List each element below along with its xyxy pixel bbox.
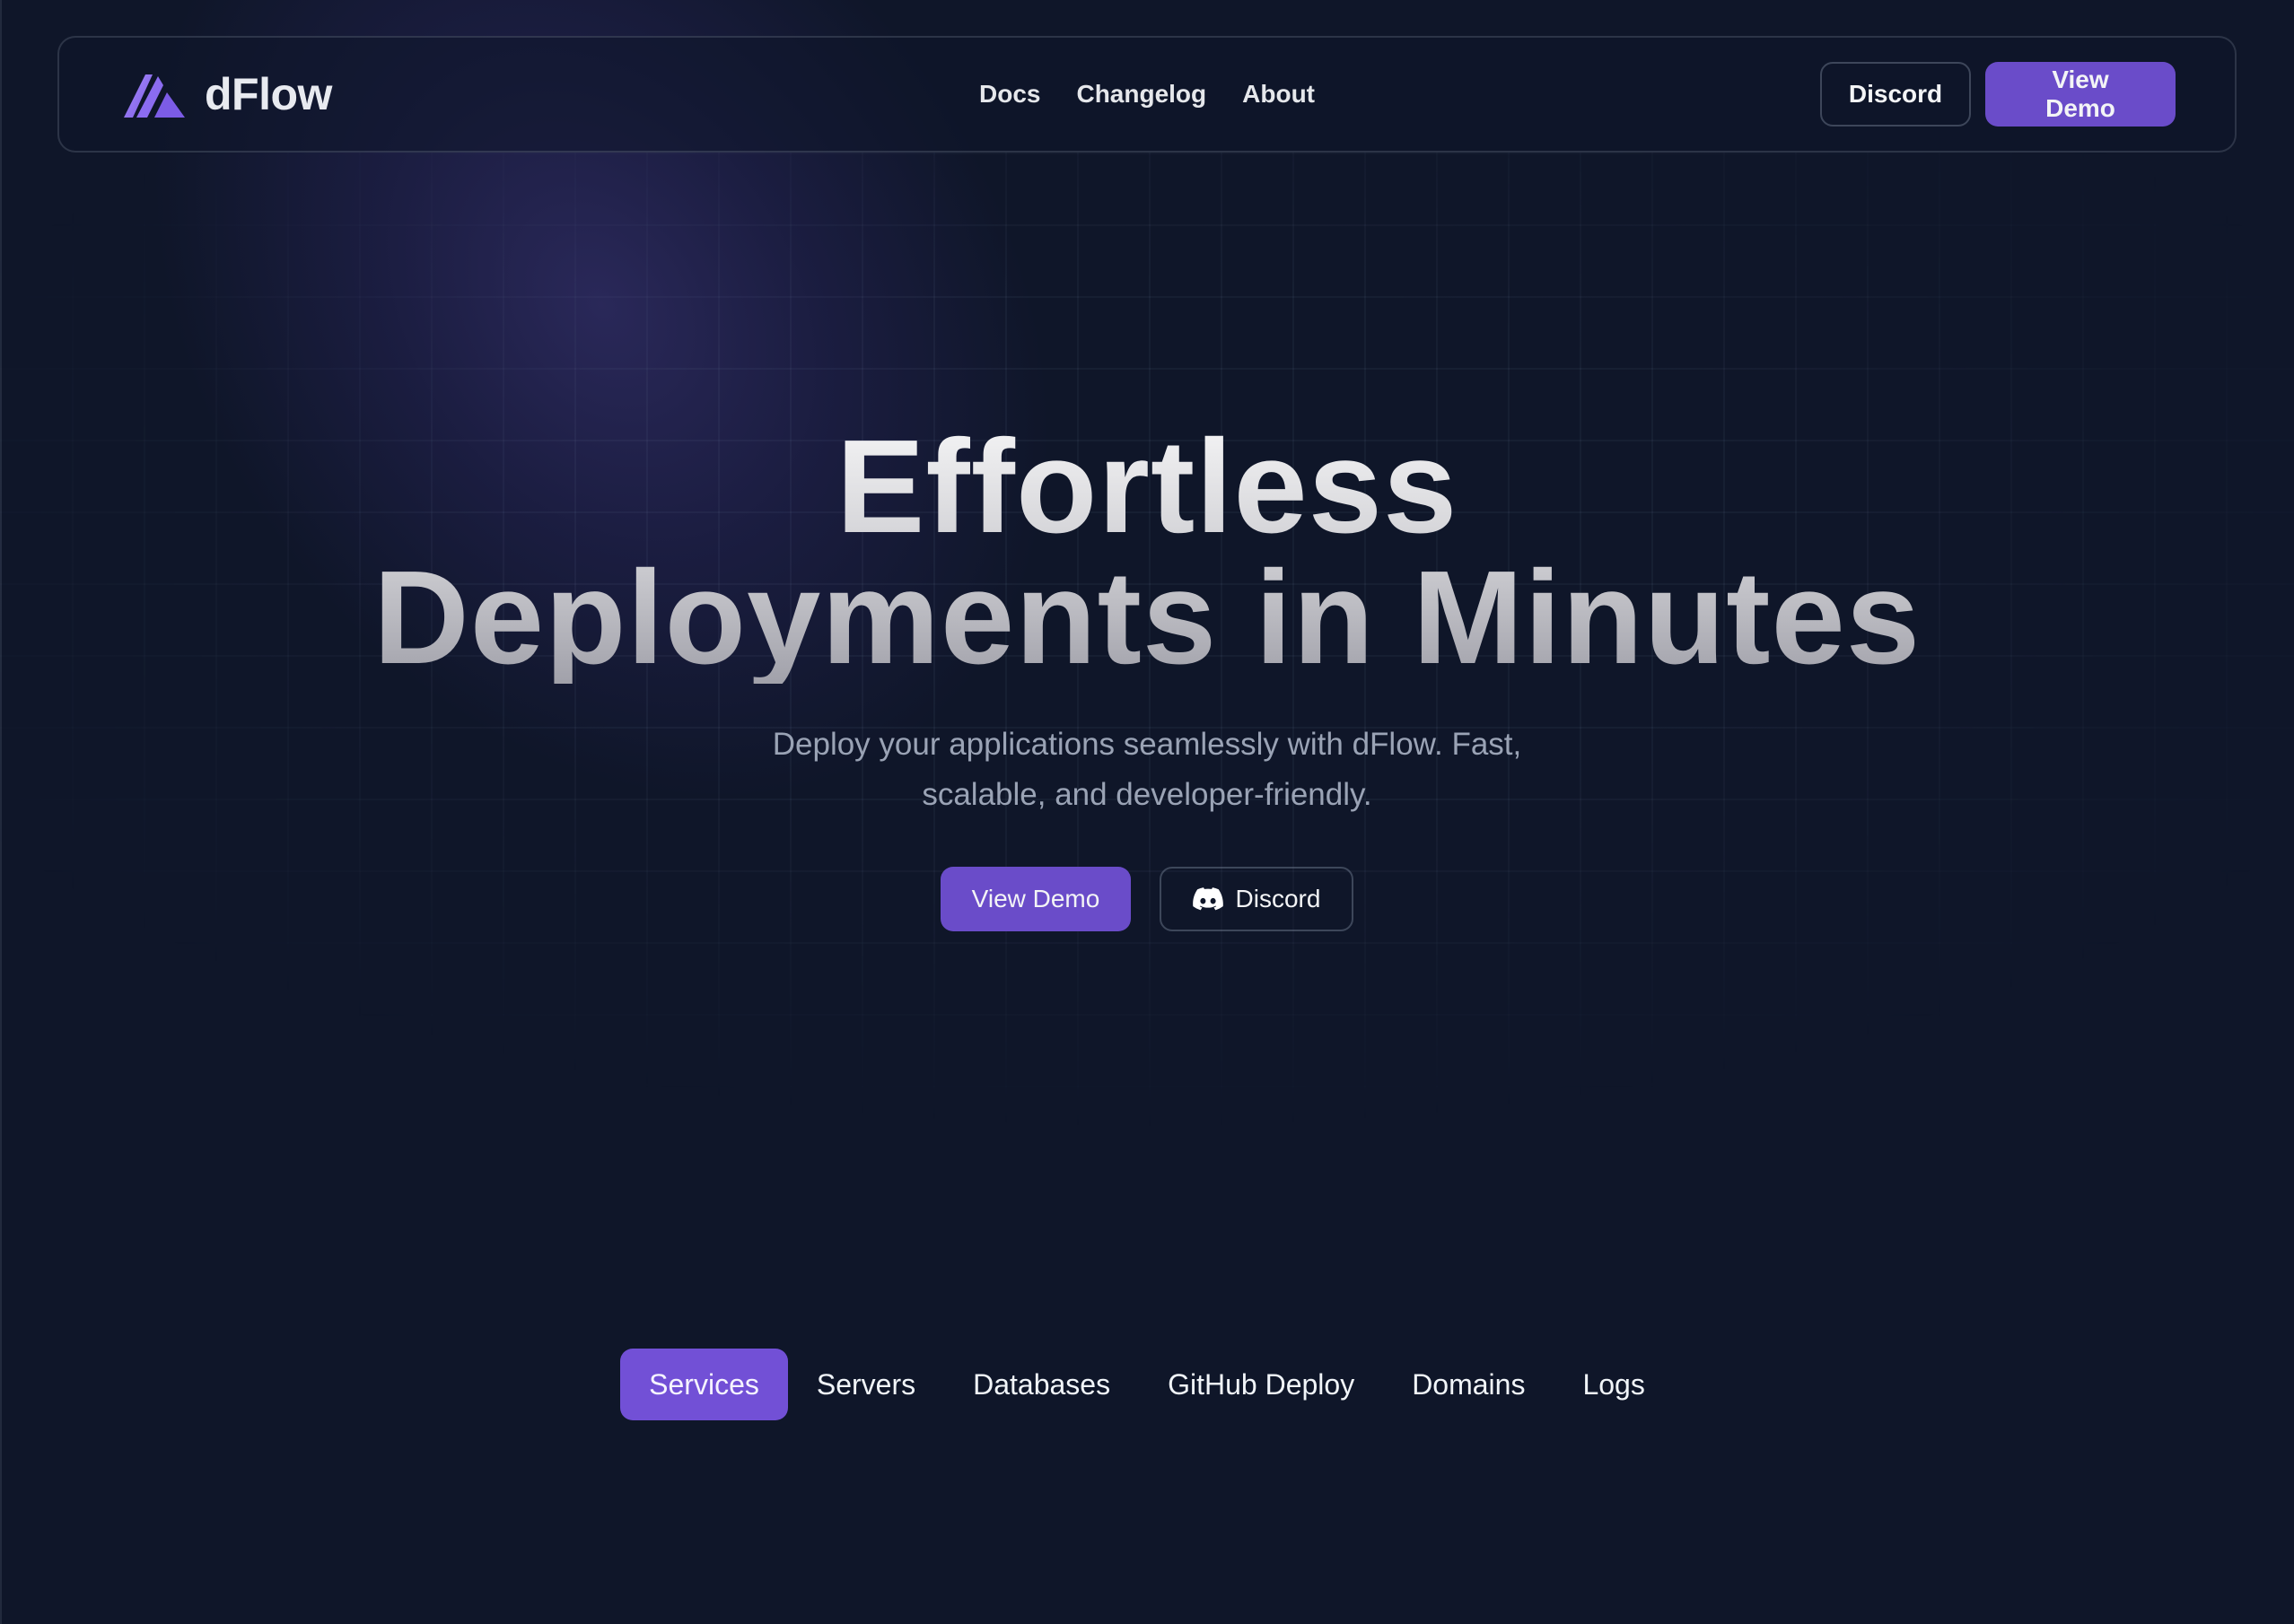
landing-page: dFlow Docs Changelog About Discord View …: [0, 0, 2294, 1624]
feature-tabs: Services Servers Databases GitHub Deploy…: [0, 1349, 2294, 1420]
dflow-logo-icon: [124, 74, 185, 118]
hero-subtitle: Deploy your applications seamlessly with…: [772, 727, 1522, 812]
brand-name: dFlow: [205, 69, 332, 119]
hero-discord-label: Discord: [1235, 885, 1321, 912]
tab-databases[interactable]: Databases: [944, 1349, 1139, 1420]
tab-servers[interactable]: Servers: [788, 1349, 944, 1420]
hero-view-demo-button[interactable]: View Demo: [941, 867, 1131, 931]
hero-title-line-1: Effortless: [836, 413, 1458, 561]
hero-actions: View Demo Discord: [0, 867, 2294, 931]
hero-title-line-2: Deployments in Minutes: [372, 544, 1922, 692]
tab-services[interactable]: Services: [620, 1349, 788, 1420]
top-navbar: dFlow Docs Changelog About Discord View …: [57, 36, 2237, 153]
tab-domains[interactable]: Domains: [1383, 1349, 1554, 1420]
tab-logs[interactable]: Logs: [1554, 1349, 1673, 1420]
nav-link-about[interactable]: About: [1242, 80, 1315, 109]
nav-actions: Discord View Demo: [1820, 62, 2176, 127]
nav-view-demo-button[interactable]: View Demo: [1985, 62, 2176, 127]
nav-discord-button[interactable]: Discord: [1820, 62, 1971, 127]
hero-title: Effortless Deployments in Minutes: [0, 422, 2294, 684]
hero-view-demo-label: View Demo: [971, 885, 1100, 912]
hero-section: Effortless Deployments in Minutes Deploy…: [0, 422, 2294, 931]
discord-icon: [1192, 887, 1223, 911]
nav-link-docs[interactable]: Docs: [979, 80, 1040, 109]
nav-links: Docs Changelog About: [979, 80, 1315, 109]
hero-discord-button[interactable]: Discord: [1160, 867, 1353, 931]
brand[interactable]: dFlow: [122, 68, 332, 120]
tab-github-deploy[interactable]: GitHub Deploy: [1139, 1349, 1383, 1420]
nav-link-changelog[interactable]: Changelog: [1076, 80, 1206, 109]
